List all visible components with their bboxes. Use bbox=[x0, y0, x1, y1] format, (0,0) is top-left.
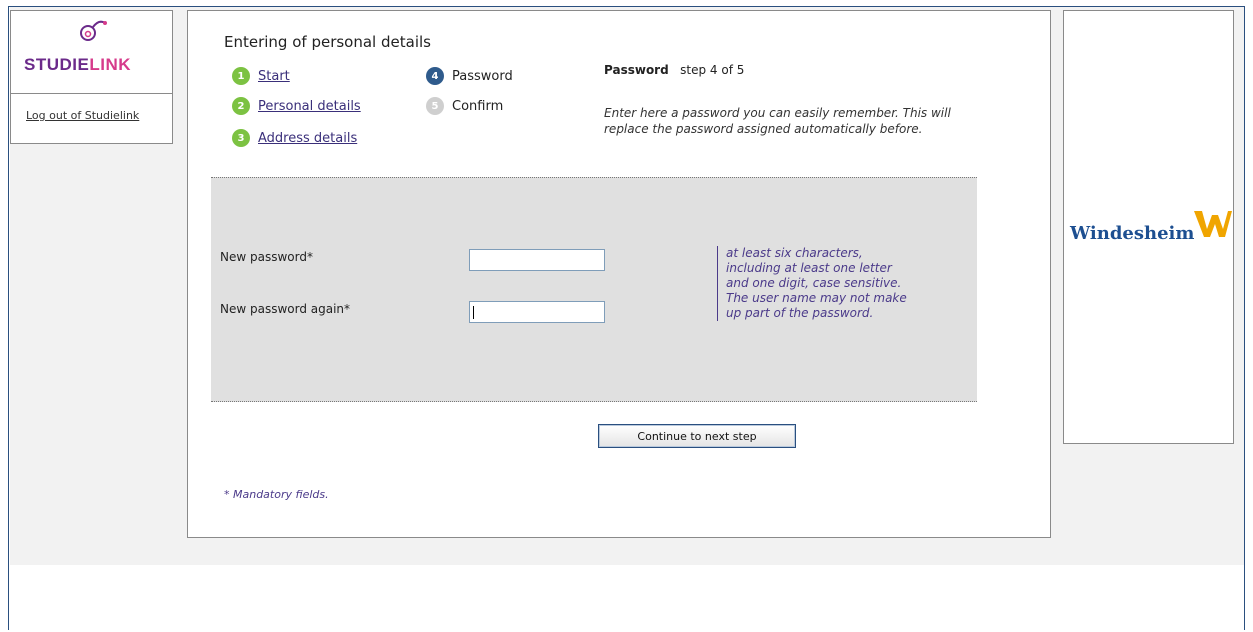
step-1-badge: 1 bbox=[232, 67, 250, 85]
new-password-label: New password* bbox=[220, 250, 313, 264]
windesheim-logo-text: Windesheim bbox=[1070, 223, 1195, 244]
step-start[interactable]: 1 Start bbox=[232, 67, 290, 85]
step-info-title: Password bbox=[604, 63, 669, 77]
continue-button[interactable]: Continue to next step bbox=[598, 424, 796, 448]
step-info-heading: Password step 4 of 5 bbox=[604, 63, 744, 77]
logo-text-part1: STUDIE bbox=[24, 55, 90, 74]
password-hint: at least six characters, including at le… bbox=[717, 246, 916, 321]
step-confirm: 5 Confirm bbox=[426, 97, 503, 115]
step-password-label: Password bbox=[452, 68, 513, 84]
studielink-logo: STUDIELINK bbox=[11, 11, 172, 94]
step-2-badge: 2 bbox=[232, 97, 250, 115]
new-password-input[interactable] bbox=[469, 249, 605, 271]
step-info-text: Enter here a password you can easily rem… bbox=[604, 106, 951, 136]
step-confirm-label: Confirm bbox=[452, 98, 504, 114]
step-5-badge: 5 bbox=[426, 97, 444, 115]
step-3-badge: 3 bbox=[232, 129, 250, 147]
step-address-details-link[interactable]: Address details bbox=[258, 131, 357, 146]
page-title: Entering of personal details bbox=[224, 33, 431, 51]
sidebar: STUDIELINK Log out of Studielink bbox=[10, 10, 173, 144]
text-caret bbox=[473, 306, 474, 319]
main-panel: Entering of personal details 1 Start 2 P… bbox=[187, 10, 1051, 538]
new-password-again-label: New password again* bbox=[220, 302, 351, 316]
step-address-details[interactable]: 3 Address details bbox=[232, 129, 357, 147]
logo-text-part2: LINK bbox=[89, 55, 132, 74]
mandatory-note: * Mandatory fields. bbox=[224, 488, 329, 501]
studielink-logo-text: STUDIELINK bbox=[24, 55, 131, 75]
step-personal-details[interactable]: 2 Personal details bbox=[232, 97, 361, 115]
step-info-counter: step 4 of 5 bbox=[680, 63, 745, 77]
partner-panel: Windesheim bbox=[1063, 10, 1234, 444]
step-personal-details-link[interactable]: Personal details bbox=[258, 99, 361, 114]
step-start-link[interactable]: Start bbox=[258, 69, 290, 84]
step-password: 4 Password bbox=[426, 67, 513, 85]
new-password-again-input[interactable] bbox=[469, 301, 605, 323]
studielink-logo-icon bbox=[80, 20, 107, 41]
password-form: New password* New password again* at lea… bbox=[211, 177, 977, 402]
windesheim-logo-icon bbox=[1194, 211, 1232, 237]
step-4-badge: 4 bbox=[426, 67, 444, 85]
logout-link[interactable]: Log out of Studielink bbox=[26, 109, 139, 122]
